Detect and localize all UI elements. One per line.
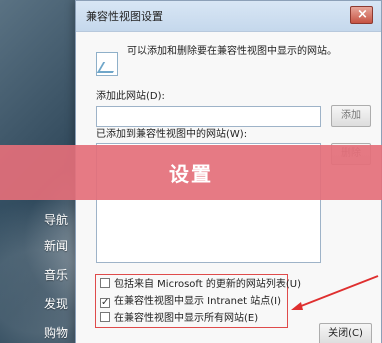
nav-item-guide[interactable]: 导航 — [44, 207, 76, 233]
nav-item-music[interactable]: 音乐 — [44, 262, 76, 288]
close-icon: × — [357, 7, 368, 22]
intranet-label: 在兼容性视图中显示 Intranet 站点(I) — [114, 296, 281, 307]
intranet-checkbox[interactable]: ✓ — [100, 298, 110, 308]
site-input[interactable] — [96, 106, 321, 127]
screenshot-stage: 导航 新闻 音乐 发现 购物 兼容性视图设置 × 可以添加和删除要在兼容性视图中… — [0, 0, 382, 343]
microsoft-list-checkbox[interactable] — [100, 278, 110, 288]
picture-icon — [96, 52, 118, 76]
microsoft-list-option[interactable]: 包括来自 Microsoft 的更新的网站列表(U) — [100, 277, 301, 293]
nav-item-news[interactable]: 新闻 — [44, 233, 76, 259]
all-sites-checkbox[interactable] — [100, 312, 110, 322]
dialog-description: 可以添加和删除要在兼容性视图中显示的网站。 — [127, 46, 337, 57]
add-site-label: 添加此网站(D): — [96, 91, 165, 102]
red-arrow — [291, 275, 379, 310]
nav-item-discover[interactable]: 发现 — [44, 291, 76, 317]
dialog-title: 兼容性视图设置 — [86, 10, 163, 23]
settings-banner: 设置 — [0, 145, 382, 200]
add-button[interactable]: 添加 — [331, 105, 371, 127]
all-sites-label: 在兼容性视图中显示所有网站(E) — [114, 313, 259, 324]
added-sites-label: 已添加到兼容性视图中的网站(W): — [96, 129, 248, 140]
all-sites-option[interactable]: 在兼容性视图中显示所有网站(E) — [100, 311, 258, 327]
dialog-titlebar: 兼容性视图设置 × — [76, 1, 381, 32]
close-button[interactable]: × — [350, 6, 373, 24]
nav-item-shopping[interactable]: 购物 — [44, 320, 76, 343]
close-dialog-button[interactable]: 关闭(C) — [319, 323, 372, 343]
settings-banner-text: 设置 — [169, 162, 213, 186]
intranet-option[interactable]: ✓ 在兼容性视图中显示 Intranet 站点(I) — [100, 294, 281, 310]
microsoft-list-label: 包括来自 Microsoft 的更新的网站列表(U) — [114, 279, 301, 290]
left-navigation: 导航 新闻 音乐 发现 购物 — [0, 198, 80, 343]
compatibility-options-highlight: 包括来自 Microsoft 的更新的网站列表(U) ✓ 在兼容性视图中显示 In… — [95, 274, 301, 328]
